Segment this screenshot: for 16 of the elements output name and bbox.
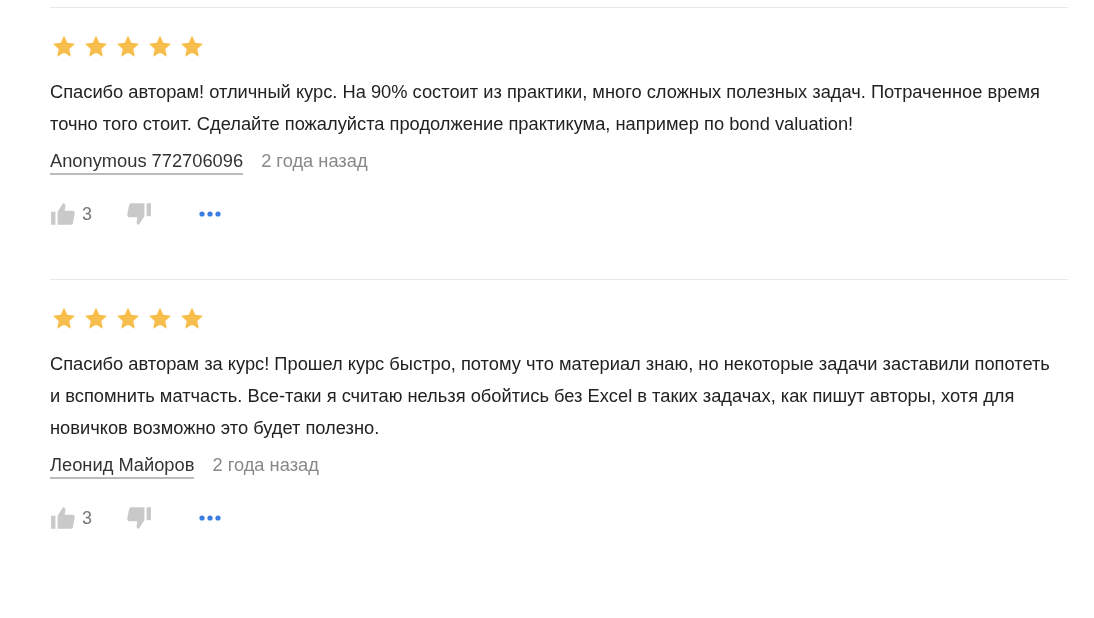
more-icon: [198, 514, 222, 522]
author-link[interactable]: Леонид Майоров: [50, 454, 195, 479]
review-text: Спасибо авторам! отличный курс. На 90% состоит из практики, много сложных полезных задач. Потраченное время точно того стоит. Сделайте пожалуйста продолжение практикума, например по bond valuation!: [50, 80, 1041, 136]
like-button[interactable]: 3: [50, 505, 92, 531]
review-date: 2 года назад: [212, 454, 319, 476]
thumbs-down-icon: [126, 505, 152, 531]
thumbs-down-icon: [126, 201, 152, 227]
review-date: 2 года назад: [261, 150, 368, 172]
review-text: Спасибо авторам за курс! Прошел курс быстро, потому что материал знаю, но некоторые задачи заставили попотеть и вспомнить матчасть. Все-таки я считаю нельзя обойтись без Excel в таких задачах, как пишут авторы, хотя для новичков возможно это будет полезно.: [50, 352, 1050, 440]
author-link[interactable]: Anonymous 772706096: [50, 150, 244, 175]
more-button[interactable]: [198, 210, 222, 218]
more-icon: [198, 210, 222, 218]
thumbs-up-icon: [50, 201, 76, 227]
more-button[interactable]: [198, 514, 222, 522]
like-button[interactable]: 3: [50, 201, 92, 227]
thumbs-up-icon: [50, 505, 76, 531]
